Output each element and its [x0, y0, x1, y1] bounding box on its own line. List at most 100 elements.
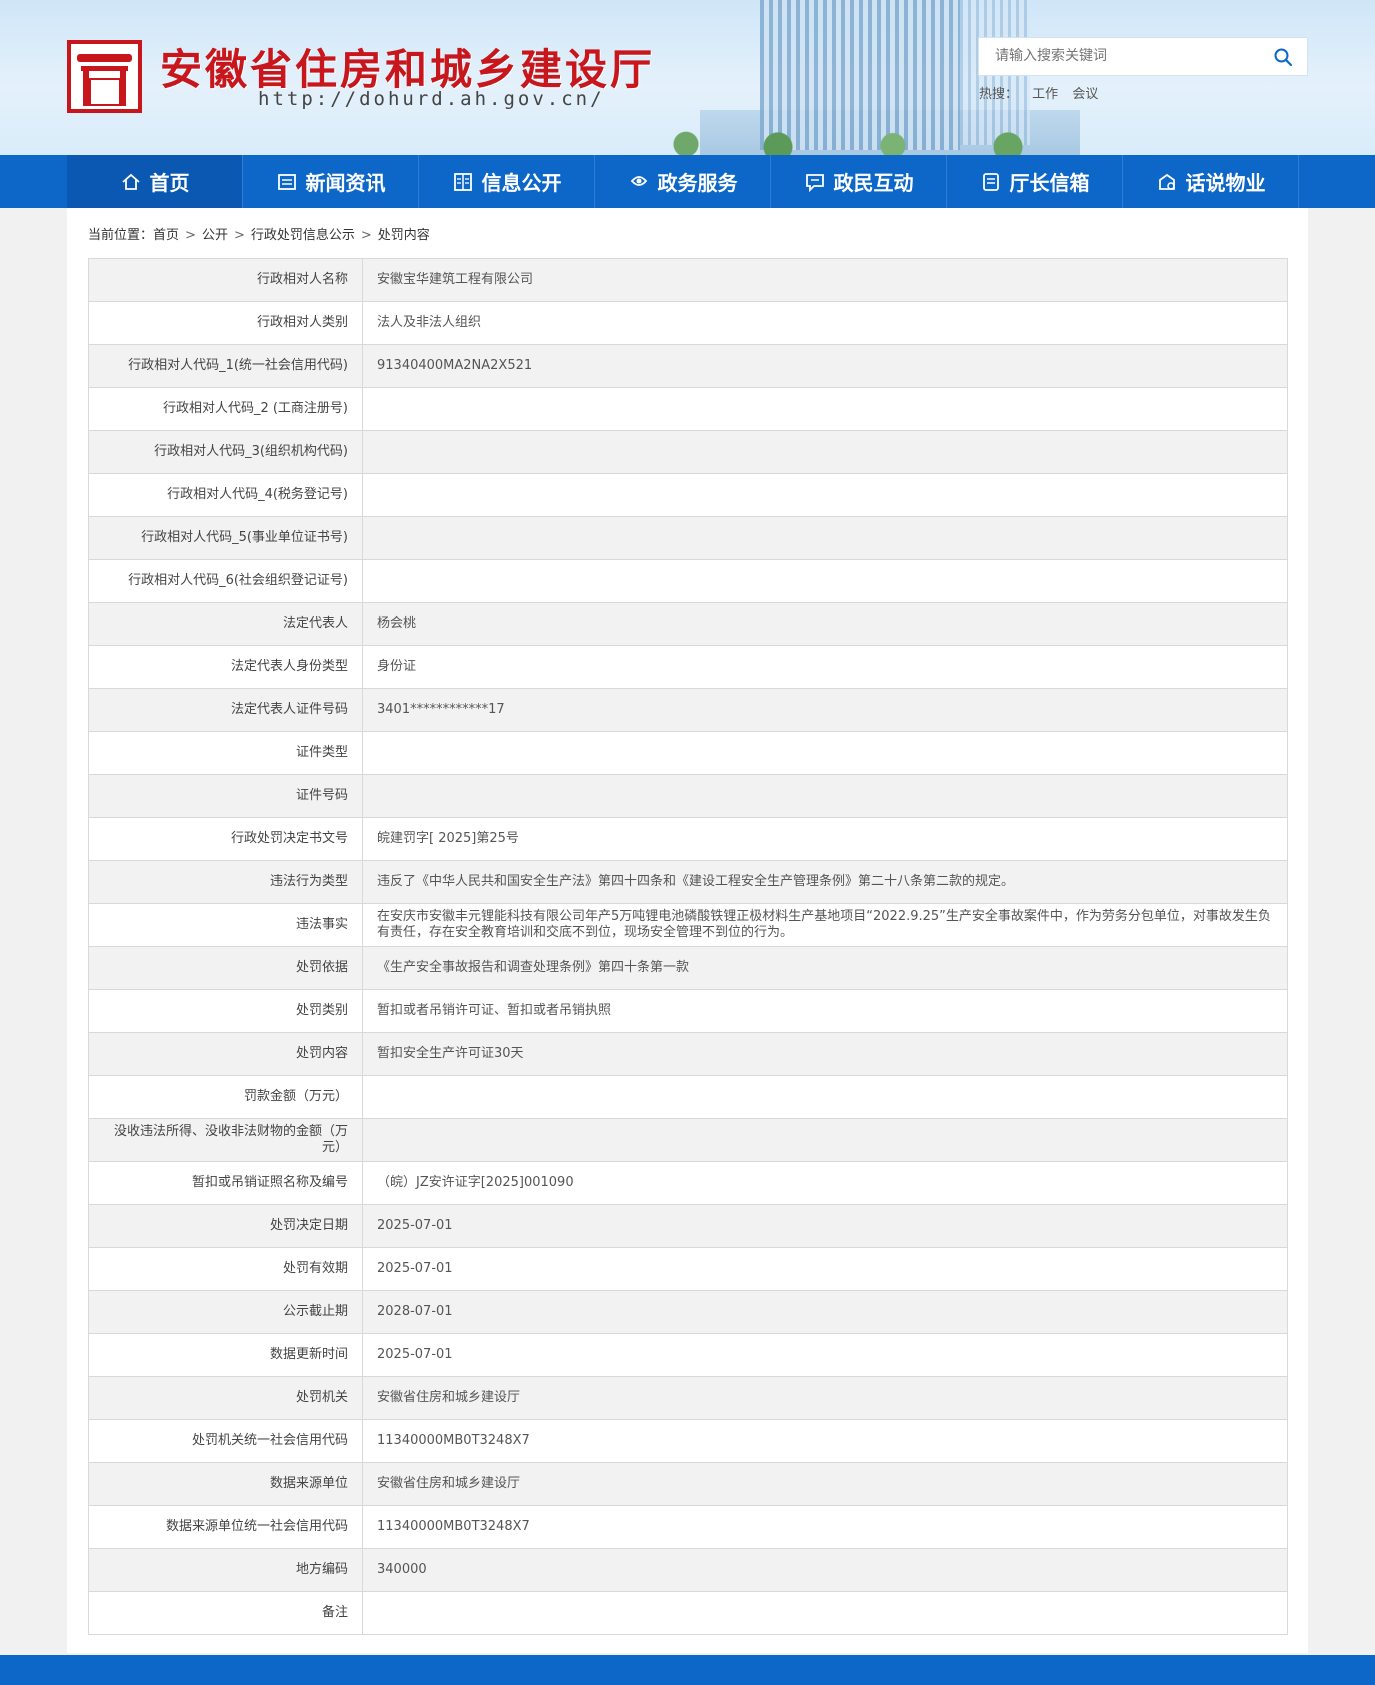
row-value: [362, 731, 1288, 775]
site-url: http://dohurd.ah.gov.cn/: [258, 88, 605, 110]
book-icon: [453, 172, 472, 191]
nav-label: 新闻资讯: [305, 171, 386, 195]
main-nav: 首页 新闻资讯 信息公开 政务服务 政民互动 厅长信箱 话说物业: [0, 155, 1375, 208]
search-input[interactable]: [993, 47, 1267, 65]
row-value: 2025-07-01: [362, 1204, 1288, 1248]
nav-item-property[interactable]: 话说物业: [1123, 155, 1299, 208]
site-logo[interactable]: [67, 40, 142, 113]
row-label: 处罚机关统一社会信用代码: [88, 1419, 363, 1463]
row-value: 安徽省住房和城乡建设厅: [362, 1462, 1288, 1506]
table-row: 违法事实 在安庆市安徽丰元锂能科技有限公司年产5万吨锂电池磷酸铁锂正极材料生产基地…: [88, 903, 1288, 947]
table-row: 罚款金额（万元）: [88, 1075, 1288, 1119]
row-value: 违反了《中华人民共和国安全生产法》第四十四条和《建设工程安全生产管理条例》第二十…: [362, 860, 1288, 904]
table-row: 行政相对人代码_5(事业单位证书号): [88, 516, 1288, 560]
table-row: 行政相对人代码_4(税务登记号): [88, 473, 1288, 517]
table-row: 处罚类别 暂扣或者吊销许可证、暂扣或者吊销执照: [88, 989, 1288, 1033]
breadcrumb: 当前位置：首页 > 公开 > 行政处罚信息公示 > 处罚内容: [88, 224, 430, 243]
table-row: 行政相对人代码_6(社会组织登记证号): [88, 559, 1288, 603]
hot-search-label: 热搜：: [979, 87, 1019, 102]
row-value: 法人及非法人组织: [362, 301, 1288, 345]
hot-search-item[interactable]: 工作: [1032, 87, 1058, 102]
table-row: 行政相对人类别 法人及非法人组织: [88, 301, 1288, 345]
row-label: 行政相对人代码_2 (工商注册号): [88, 387, 363, 431]
table-row: 行政相对人名称 安徽宝华建筑工程有限公司: [88, 258, 1288, 302]
search-icon[interactable]: [1273, 47, 1293, 67]
row-value: 身份证: [362, 645, 1288, 689]
row-label: 数据更新时间: [88, 1333, 363, 1377]
penalty-info-table: 行政相对人名称 安徽宝华建筑工程有限公司 行政相对人类别 法人及非法人组织 行政相对人代…: [88, 258, 1288, 1635]
row-value: （皖）JZ安许证字[2025]001090: [362, 1161, 1288, 1205]
table-row: 行政相对人代码_2 (工商注册号): [88, 387, 1288, 431]
breadcrumb-prefix: 当前位置：: [88, 228, 154, 243]
table-row: 处罚依据 《生产安全事故报告和调查处理条例》第四十条第一款: [88, 946, 1288, 990]
table-row: 数据更新时间 2025-07-01: [88, 1333, 1288, 1377]
table-row: 违法行为类型 违反了《中华人民共和国安全生产法》第四十四条和《建设工程安全生产管理…: [88, 860, 1288, 904]
row-value: [362, 473, 1288, 517]
row-value: 《生产安全事故报告和调查处理条例》第四十条第一款: [362, 946, 1288, 990]
breadcrumb-separator: >: [360, 228, 372, 243]
row-label: 行政相对人代码_1(统一社会信用代码): [88, 344, 363, 388]
row-value: 11340000MB0T3248X7: [362, 1505, 1288, 1549]
table-row: 行政相对人代码_1(统一社会信用代码) 91340400MA2NA2X521: [88, 344, 1288, 388]
table-row: 行政处罚决定书文号 皖建罚字[ 2025]第25号: [88, 817, 1288, 861]
breadcrumb-separator: >: [233, 228, 245, 243]
nav-item-info-disclosure[interactable]: 信息公开: [419, 155, 595, 208]
row-label: 罚款金额（万元）: [88, 1075, 363, 1119]
row-label: 法定代表人证件号码: [88, 688, 363, 732]
row-label: 行政相对人类别: [88, 301, 363, 345]
table-row: 处罚内容 暂扣安全生产许可证30天: [88, 1032, 1288, 1076]
row-value: 暂扣或者吊销许可证、暂扣或者吊销执照: [362, 989, 1288, 1033]
row-value: 安徽省住房和城乡建设厅: [362, 1376, 1288, 1420]
nav-label: 政务服务: [657, 171, 738, 195]
hot-search-item[interactable]: 会议: [1072, 87, 1098, 102]
table-row: 暂扣或吊销证照名称及编号 （皖）JZ安许证字[2025]001090: [88, 1161, 1288, 1205]
row-label: 行政相对人代码_3(组织机构代码): [88, 430, 363, 474]
search-box: [978, 37, 1308, 76]
row-value: [362, 387, 1288, 431]
row-label: 处罚依据: [88, 946, 363, 990]
breadcrumb-link[interactable]: 首页: [153, 228, 179, 243]
row-label: 行政相对人代码_6(社会组织登记证号): [88, 559, 363, 603]
nav-item-home[interactable]: 首页: [67, 155, 243, 208]
row-value: 340000: [362, 1548, 1288, 1592]
hot-search: 热搜： 工作 会议: [979, 83, 1108, 102]
nav-label: 信息公开: [481, 171, 562, 195]
row-label: 法定代表人: [88, 602, 363, 646]
content-container: 当前位置：首页 > 公开 > 行政处罚信息公示 > 处罚内容 行政相对人名称 安徽宝华建筑工程…: [67, 208, 1308, 1653]
table-row: 法定代表人 杨会桃: [88, 602, 1288, 646]
row-label: 没收违法所得、没收非法财物的金额（万元）: [88, 1118, 363, 1162]
row-value: 2025-07-01: [362, 1247, 1288, 1291]
table-row: 公示截止期 2028-07-01: [88, 1290, 1288, 1334]
nav-item-news[interactable]: 新闻资讯: [243, 155, 419, 208]
row-label: 数据来源单位统一社会信用代码: [88, 1505, 363, 1549]
row-label: 违法行为类型: [88, 860, 363, 904]
breadcrumb-link[interactable]: 行政处罚信息公示: [251, 228, 355, 243]
table-row: 处罚有效期 2025-07-01: [88, 1247, 1288, 1291]
row-label: 法定代表人身份类型: [88, 645, 363, 689]
row-value: 91340400MA2NA2X521: [362, 344, 1288, 388]
table-row: 地方编码 340000: [88, 1548, 1288, 1592]
table-row: 处罚机关统一社会信用代码 11340000MB0T3248X7: [88, 1419, 1288, 1463]
nav-item-interaction[interactable]: 政民互动: [771, 155, 947, 208]
nav-item-gov-service[interactable]: 政务服务: [595, 155, 771, 208]
row-label: 行政相对人名称: [88, 258, 363, 302]
row-value: 在安庆市安徽丰元锂能科技有限公司年产5万吨锂电池磷酸铁锂正极材料生产基地项目“2…: [362, 903, 1288, 947]
nav-item-director-mailbox[interactable]: 厅长信箱: [947, 155, 1123, 208]
row-label: 备注: [88, 1591, 363, 1635]
row-value: [362, 1591, 1288, 1635]
row-value: [362, 1075, 1288, 1119]
row-label: 证件类型: [88, 731, 363, 775]
row-label: 公示截止期: [88, 1290, 363, 1334]
row-value: 11340000MB0T3248X7: [362, 1419, 1288, 1463]
row-label: 地方编码: [88, 1548, 363, 1592]
breadcrumb-link[interactable]: 公开: [202, 228, 228, 243]
row-value: 暂扣安全生产许可证30天: [362, 1032, 1288, 1076]
row-value: 2028-07-01: [362, 1290, 1288, 1334]
row-value: 杨会桃: [362, 602, 1288, 646]
home-icon: [121, 173, 140, 190]
service-icon: [630, 175, 647, 186]
table-row: 证件类型: [88, 731, 1288, 775]
row-value: 3401************17: [362, 688, 1288, 732]
property-icon: [1158, 173, 1175, 190]
row-value: [362, 559, 1288, 603]
